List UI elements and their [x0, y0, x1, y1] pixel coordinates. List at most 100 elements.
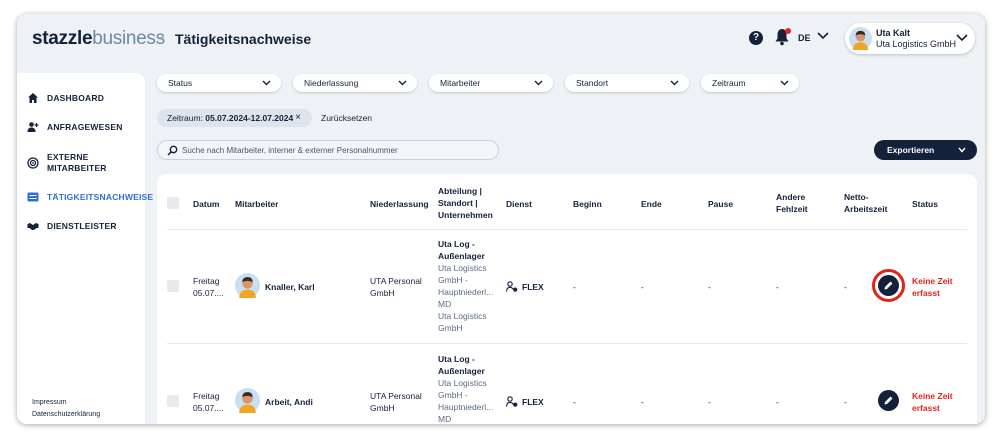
- filter-status[interactable]: Status: [157, 74, 281, 92]
- column-header-beginn[interactable]: Beginn: [573, 198, 602, 210]
- timesheet-table: Datum Mitarbeiter Niederlassung Abteilun…: [157, 174, 977, 424]
- filter-zeitraum[interactable]: Zeitraum: [701, 74, 799, 92]
- help-icon[interactable]: ?: [749, 31, 763, 45]
- list-card-icon: [27, 192, 39, 202]
- header-line: Netto-: [844, 192, 869, 202]
- chip-label: Zeitraum: 05.07.2024-12.07.2024: [167, 113, 293, 123]
- app-window: stazzlebusiness • Tätigkeitsnachweise ? …: [17, 14, 985, 424]
- search-field[interactable]: [157, 140, 499, 160]
- export-button[interactable]: Exportieren: [874, 140, 977, 160]
- edit-button[interactable]: [878, 390, 899, 411]
- title-separator-dot: •: [160, 31, 165, 45]
- department-line: Außenlager: [438, 251, 485, 261]
- reset-filters-link[interactable]: Zurücksetzen: [321, 113, 372, 123]
- row-day: Freitag: [193, 276, 220, 286]
- location-line: Hauptniederl...: [438, 287, 494, 297]
- sidebar-item-label: EXTERNE MITARBEITER: [47, 152, 107, 174]
- department-line: Außenlager: [438, 366, 485, 376]
- employee-name[interactable]: Knaller, Karl: [265, 281, 315, 293]
- company-line: GmbH: [438, 323, 463, 333]
- remove-filter-icon[interactable]: ×: [295, 112, 301, 123]
- column-header-status[interactable]: Status: [912, 198, 938, 210]
- chevron-down-icon: [534, 80, 543, 86]
- service-type: FLEX: [522, 397, 544, 407]
- begin-time: -: [573, 282, 576, 292]
- filter-mitarbeiter[interactable]: Mitarbeiter: [429, 74, 553, 92]
- column-header-abteilung[interactable]: Abteilung | Standort | Unternehmen: [438, 185, 493, 221]
- column-header-datum[interactable]: Datum: [193, 198, 219, 210]
- net-working-time: -: [844, 282, 847, 292]
- header-line: Arbeitszeit: [844, 204, 888, 214]
- sidebar-item-dashboard[interactable]: DASHBOARD: [27, 88, 104, 108]
- user-avatar: [849, 27, 872, 50]
- header-line: Andere: [776, 192, 806, 202]
- begin-time: -: [573, 397, 576, 407]
- branch-line: GmbH: [370, 288, 395, 298]
- filter-label: Standort: [576, 78, 609, 88]
- pause-time: -: [708, 282, 711, 292]
- sidebar-item-label: DIENSTLEISTER: [47, 220, 117, 231]
- status-text: erfasst: [912, 288, 940, 298]
- pencil-icon: [884, 396, 893, 405]
- header-line: Unternehmen: [438, 210, 493, 220]
- column-header-netto-arbeitszeit[interactable]: Netto- Arbeitszeit: [844, 191, 887, 215]
- language-selector[interactable]: DE: [798, 33, 811, 43]
- add-person-icon: [27, 122, 39, 132]
- pause-time: -: [708, 397, 711, 407]
- branch-line: UTA Personal: [370, 391, 422, 401]
- column-header-dienst[interactable]: Dienst: [506, 198, 532, 210]
- label-line-2: MITARBEITER: [47, 163, 107, 173]
- home-icon: [28, 93, 38, 103]
- user-menu[interactable]: Uta Kalt Uta Logistics GmbH: [845, 23, 975, 54]
- impressum-link[interactable]: Impressum: [32, 399, 67, 406]
- column-header-niederlassung[interactable]: Niederlassung: [370, 198, 429, 210]
- sidebar-item-dienstleister[interactable]: DIENSTLEISTER: [27, 216, 117, 236]
- target-icon: [27, 157, 39, 169]
- logo[interactable]: stazzlebusiness: [32, 28, 165, 50]
- edit-button[interactable]: [878, 275, 899, 296]
- chevron-down-icon: [956, 34, 968, 42]
- privacy-link[interactable]: Datenschutzerklärung: [32, 411, 100, 418]
- header-line: Fehlzeit: [776, 204, 808, 214]
- search-icon: [167, 145, 178, 156]
- filter-standort[interactable]: Standort: [565, 74, 689, 92]
- column-header-pause[interactable]: Pause: [708, 198, 733, 210]
- department-line: Uta Log -: [438, 239, 475, 249]
- column-header-mitarbeiter[interactable]: Mitarbeiter: [235, 198, 278, 210]
- sidebar-item-externe-mitarbeiter[interactable]: EXTERNE MITARBEITER: [27, 151, 107, 175]
- chip-value: 05.07.2024-12.07.2024: [205, 113, 294, 123]
- column-header-andere-fehlzeit[interactable]: Andere Fehlzeit: [776, 191, 808, 215]
- chevron-down-icon[interactable]: [817, 32, 829, 40]
- sidebar-item-anfragewesen[interactable]: ANFRAGEWESEN: [27, 117, 123, 137]
- sidebar-item-label: TÄTIGKEITSNACHWEISE: [47, 191, 154, 202]
- status-text: Keine Zeit: [912, 276, 953, 286]
- header-divider: [167, 229, 967, 230]
- select-all-checkbox[interactable]: [167, 197, 179, 209]
- chip-prefix: Zeitraum:: [167, 113, 203, 123]
- location-line: MD: [438, 299, 452, 309]
- shift-person-icon: [506, 396, 518, 407]
- logo-bold-text: stazzle: [32, 28, 93, 49]
- employee-avatar: [235, 273, 260, 298]
- filter-label: Mitarbeiter: [440, 78, 481, 88]
- top-bar: stazzlebusiness • Tätigkeitsnachweise ? …: [17, 14, 985, 66]
- notification-bell-icon[interactable]: [774, 28, 791, 46]
- status-text: erfasst: [912, 403, 940, 413]
- filter-niederlassung[interactable]: Niederlassung: [293, 74, 417, 92]
- handshake-icon: [27, 223, 39, 230]
- header-line: Standort |: [438, 198, 478, 208]
- notification-badge: [785, 28, 791, 34]
- branch-line: GmbH: [370, 403, 395, 413]
- row-checkbox[interactable]: [167, 280, 179, 292]
- employee-name[interactable]: Arbeit, Andi: [265, 396, 313, 408]
- chevron-down-icon: [262, 80, 271, 86]
- search-input[interactable]: [182, 144, 482, 156]
- other-absence: -: [776, 397, 779, 407]
- row-checkbox[interactable]: [167, 395, 179, 407]
- filter-label: Status: [168, 78, 193, 88]
- column-header-ende[interactable]: Ende: [641, 198, 662, 210]
- sidebar-item-taetigkeitsnachweise[interactable]: TÄTIGKEITSNACHWEISE: [27, 187, 153, 207]
- department-line: Uta Log -: [438, 354, 475, 364]
- row-divider: [167, 343, 967, 344]
- branch-line: UTA Personal: [370, 276, 422, 286]
